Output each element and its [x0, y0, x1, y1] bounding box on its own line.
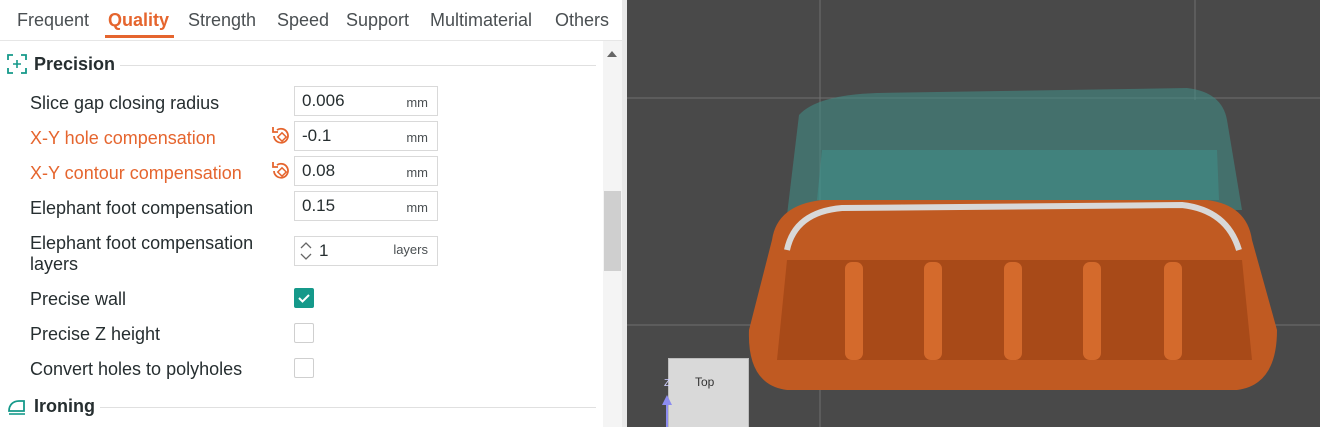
settings-tabs: Frequent Quality Strength Speed Support … [0, 0, 622, 41]
reset-icon[interactable] [270, 159, 292, 181]
section-divider [100, 407, 596, 408]
tab-quality[interactable]: Quality [108, 10, 169, 31]
xy-hole-input[interactable]: -0.1 mm [294, 121, 438, 151]
tab-support[interactable]: Support [346, 10, 409, 31]
axis-z-label: Z [664, 378, 671, 389]
precision-icon [7, 54, 27, 74]
tab-speed[interactable]: Speed [277, 10, 329, 31]
nav-cube-label: Top [695, 375, 715, 389]
setting-label: Elephant foot compensation [30, 233, 254, 253]
elephant-layers-spinner[interactable]: 1 layers [294, 236, 438, 266]
navigation-cube[interactable]: Top [668, 358, 749, 427]
input-value: 0.08 [302, 161, 336, 180]
input-unit: mm [406, 130, 428, 145]
setting-label: Slice gap closing radius [30, 93, 220, 113]
elephant-foot-input[interactable]: 0.15 mm [294, 191, 438, 221]
section-title: Ironing [34, 396, 95, 416]
settings-scrollbar[interactable] [603, 41, 622, 427]
3d-viewport[interactable]: Top Z [627, 0, 1320, 427]
check-icon [298, 294, 310, 303]
input-unit: mm [406, 200, 428, 215]
input-value: 0.15 [302, 196, 336, 215]
settings-panel: Frequent Quality Strength Speed Support … [0, 0, 622, 427]
precise-z-checkbox[interactable] [294, 323, 314, 343]
setting-label: Elephant foot compensation [30, 198, 254, 218]
tab-multimaterial[interactable]: Multimaterial [430, 10, 532, 31]
setting-label: X-Y hole compensation [30, 128, 216, 148]
spin-arrows-icon[interactable] [299, 240, 313, 262]
nav-cube-face[interactable]: Top [668, 358, 749, 427]
axis-z-arrow-icon [662, 395, 672, 427]
section-title: Precision [34, 54, 116, 74]
input-unit: layers [393, 242, 428, 257]
section-ironing: Ironing [0, 394, 600, 422]
input-unit: mm [406, 165, 428, 180]
input-unit: mm [406, 95, 428, 110]
setting-label: Precise wall [30, 289, 127, 309]
iron-icon [8, 400, 25, 415]
scroll-up-icon[interactable] [607, 51, 617, 57]
setting-elephant-layers: Elephant foot compensation layers 1 laye… [30, 233, 600, 277]
section-divider [120, 65, 596, 66]
input-value: 0.006 [302, 91, 345, 110]
polyholes-checkbox[interactable] [294, 358, 314, 378]
precise-wall-checkbox[interactable] [294, 288, 314, 308]
setting-label: Convert holes to polyholes [30, 359, 243, 379]
input-value: 1 [319, 241, 329, 260]
settings-list: Precision Slice gap closing radius 0.006… [0, 41, 603, 427]
slice-gap-input[interactable]: 0.006 mm [294, 86, 438, 116]
setting-label-line2: layers [30, 254, 79, 274]
setting-label: Precise Z height [30, 324, 161, 344]
setting-label: X-Y contour compensation [30, 163, 242, 183]
tab-frequent[interactable]: Frequent [17, 10, 89, 31]
reset-icon[interactable] [270, 124, 292, 146]
tab-strength[interactable]: Strength [188, 10, 256, 31]
scroll-thumb[interactable] [604, 191, 621, 271]
xy-contour-input[interactable]: 0.08 mm [294, 156, 438, 186]
section-precision: Precision [0, 52, 600, 80]
tab-others[interactable]: Others [555, 10, 609, 31]
input-value: -0.1 [302, 126, 332, 145]
active-tab-underline [105, 35, 174, 38]
